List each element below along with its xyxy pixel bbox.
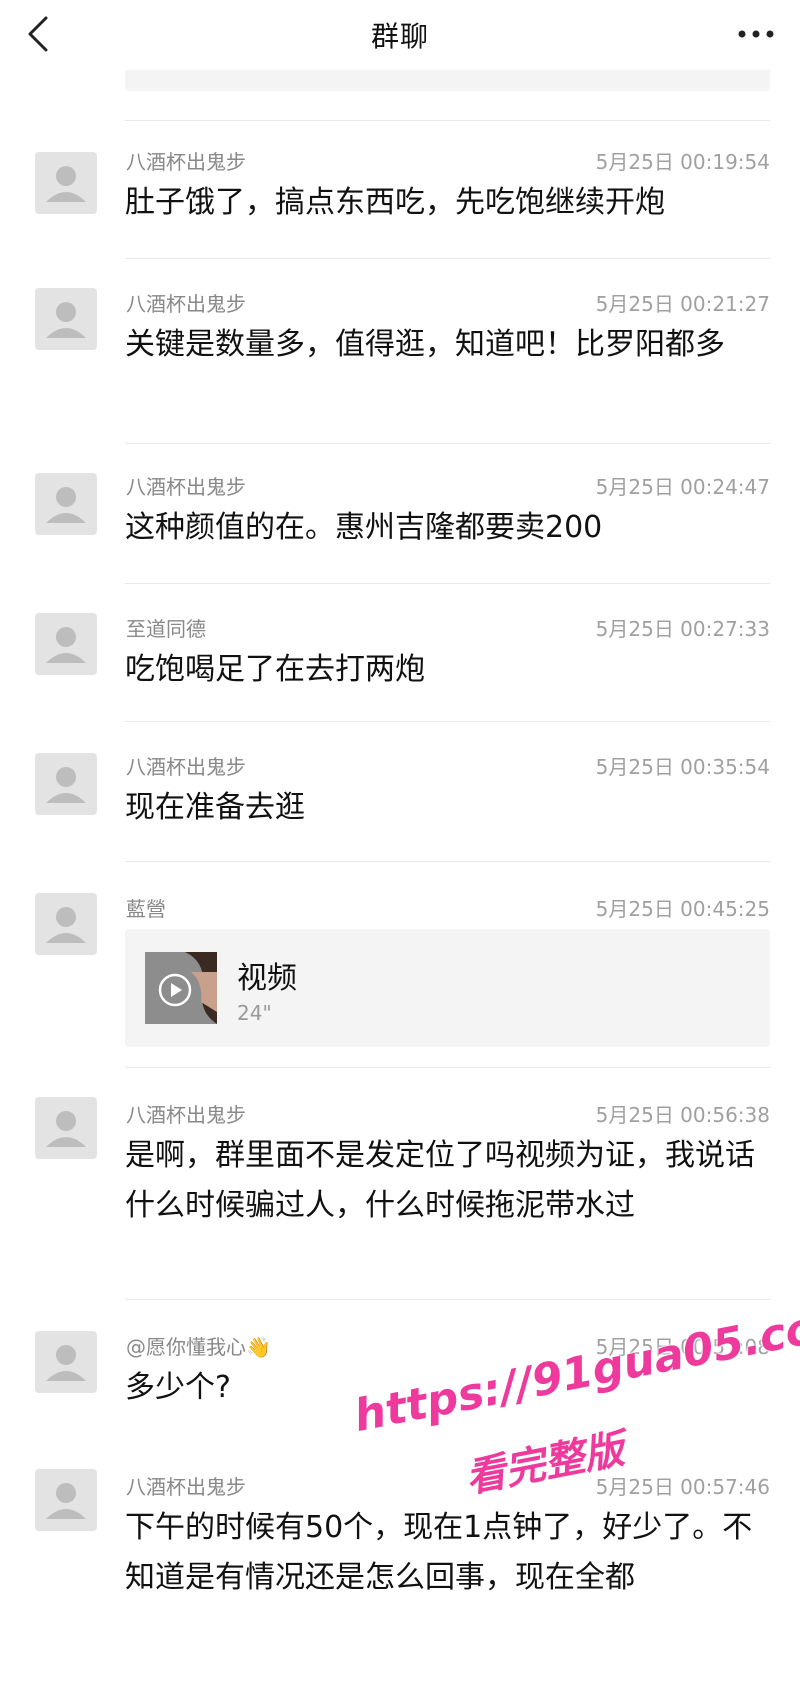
message-item: 八酒杯出鬼步 5月25日 00:35:54 现在准备去逛 — [0, 721, 800, 861]
message-item: 八酒杯出鬼步 5月25日 00:57:46 下午的时候有50个，现在1点钟了，好… — [0, 1439, 800, 1639]
divider — [125, 258, 770, 259]
top-bar: 群聊 — [0, 0, 800, 70]
divider — [125, 443, 770, 444]
message-time: 5月25日 00:57:46 — [595, 1475, 770, 1499]
chevron-left-icon — [28, 16, 48, 52]
message-time: 5月25日 00:57:08 — [595, 1335, 770, 1359]
avatar[interactable] — [35, 613, 97, 675]
message-time: 5月25日 00:45:25 — [595, 897, 770, 921]
play-icon — [145, 952, 217, 1024]
avatar[interactable] — [35, 1097, 97, 1159]
message-time: 5月25日 00:24:47 — [595, 475, 770, 499]
sender-name: 藍營 — [126, 897, 166, 921]
message-item: 至道同德 5月25日 00:27:33 吃饱喝足了在去打两炮 — [0, 583, 800, 721]
user-icon — [46, 1483, 86, 1519]
video-duration: 24" — [237, 1001, 272, 1025]
sender-name: 八酒杯出鬼步 — [126, 150, 246, 174]
user-icon — [46, 767, 86, 803]
divider — [125, 1067, 770, 1068]
message-text: 这种颜值的在。惠州吉隆都要卖200 — [125, 510, 603, 545]
message-item: @愿你懂我心👋 5月25日 00:57:08 多少个? — [0, 1299, 800, 1439]
message-text: 下午的时候有50个，现在1点钟了，好少了。不知道是有情况还是怎么回事，现在全都 — [125, 1510, 753, 1595]
user-icon — [46, 1111, 86, 1147]
message-text: 多少个? — [125, 1370, 231, 1405]
sender-name: 八酒杯出鬼步 — [126, 475, 246, 499]
message-text: 是啊，群里面不是发定位了吗视频为证，我说话什么时候骗过人，什么时候拖泥带水过 — [125, 1138, 755, 1223]
divider — [125, 721, 770, 722]
message-item: 八酒杯出鬼步 5月25日 00:56:38 是啊，群里面不是发定位了吗视频为证，… — [0, 1067, 800, 1299]
sender-name: 至道同德 — [126, 617, 206, 641]
message-text: 吃饱喝足了在去打两炮 — [125, 652, 425, 687]
message-text: 关键是数量多，值得逛，知道吧！比罗阳都多 — [125, 327, 725, 362]
message-item: 八酒杯出鬼步 5月25日 00:24:47 这种颜值的在。惠州吉隆都要卖200 — [0, 443, 800, 583]
sender-name: 八酒杯出鬼步 — [126, 1103, 246, 1127]
video-thumbnail — [145, 952, 217, 1024]
message-item: 八酒杯出鬼步 5月25日 00:19:54 肚子饿了，搞点东西吃，先吃饱继续开炮 — [0, 120, 800, 258]
divider — [125, 861, 770, 862]
message-text: 肚子饿了，搞点东西吃，先吃饱继续开炮 — [125, 185, 665, 220]
user-icon — [46, 487, 86, 523]
more-dots-icon — [738, 30, 774, 38]
sender-name: 八酒杯出鬼步 — [126, 292, 246, 316]
user-icon — [46, 1345, 86, 1381]
back-button[interactable] — [22, 14, 62, 54]
message-time: 5月25日 00:19:54 — [595, 150, 770, 174]
avatar[interactable] — [35, 1469, 97, 1531]
user-icon — [46, 302, 86, 338]
avatar[interactable] — [35, 288, 97, 350]
divider — [125, 583, 770, 584]
avatar[interactable] — [35, 1331, 97, 1393]
sender-name: @愿你懂我心👋 — [126, 1335, 271, 1359]
divider — [125, 1299, 770, 1300]
message-time: 5月25日 00:56:38 — [595, 1103, 770, 1127]
avatar[interactable] — [35, 753, 97, 815]
sender-name: 八酒杯出鬼步 — [126, 755, 246, 779]
message-list: 八酒杯出鬼步 5月25日 00:19:54 肚子饿了，搞点东西吃，先吃饱继续开炮… — [0, 120, 800, 1639]
message-text: 现在准备去逛 — [125, 790, 305, 825]
avatar[interactable] — [35, 152, 97, 214]
user-icon — [46, 907, 86, 943]
message-time: 5月25日 00:27:33 — [595, 617, 770, 641]
message-item: 藍營 5月25日 00:45:25 视频 24" — [0, 861, 800, 1067]
avatar[interactable] — [35, 893, 97, 955]
avatar[interactable] — [35, 473, 97, 535]
video-message-card[interactable]: 视频 24" — [125, 929, 770, 1047]
user-icon — [46, 627, 86, 663]
message-item: 八酒杯出鬼步 5月25日 00:21:27 关键是数量多，值得逛，知道吧！比罗阳… — [0, 258, 800, 443]
message-time: 5月25日 00:21:27 — [595, 292, 770, 316]
divider — [125, 120, 770, 121]
sender-name: 八酒杯出鬼步 — [126, 1475, 246, 1499]
page-title: 群聊 — [370, 20, 429, 53]
video-title: 视频 — [237, 961, 297, 996]
user-icon — [46, 166, 86, 202]
message-time: 5月25日 00:35:54 — [595, 755, 770, 779]
more-button[interactable] — [734, 12, 778, 52]
